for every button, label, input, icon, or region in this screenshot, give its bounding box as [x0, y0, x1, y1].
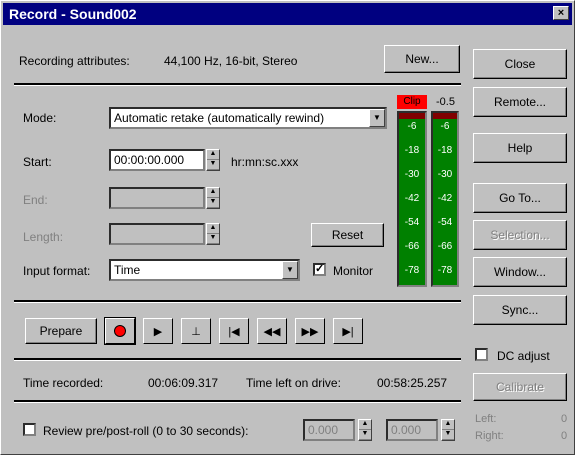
divider	[14, 400, 461, 403]
time-recorded-value: 00:06:09.317	[148, 376, 219, 390]
length-spinner: ▲ ▼	[206, 223, 220, 245]
peak-value: -0.5	[436, 96, 455, 108]
divider	[14, 83, 461, 86]
input-format-label: Input format:	[23, 264, 91, 278]
close-icon[interactable]: ×	[553, 6, 569, 20]
meter-tick: -6	[440, 121, 450, 132]
help-button[interactable]: Help	[473, 133, 567, 163]
recording-attributes-value: 44,100 Hz, 16-bit, Stereo	[164, 54, 298, 68]
meter-tick: -6	[407, 121, 417, 132]
play-to-end-icon[interactable]: ⊥	[181, 318, 211, 344]
meter-tick: -42	[404, 193, 420, 204]
time-recorded-label: Time recorded:	[23, 376, 104, 390]
calibration-left-label: Left:	[475, 413, 497, 425]
prepare-button[interactable]: Prepare	[25, 318, 97, 344]
window-button[interactable]: Window...	[473, 257, 567, 287]
recording-attributes-label: Recording attributes:	[19, 54, 130, 68]
time-left-value: 00:58:25.257	[377, 376, 448, 390]
time-left-label: Time left on drive:	[246, 376, 341, 390]
go-to-end-icon[interactable]: ▶|	[333, 318, 363, 344]
input-format-value: Time	[114, 263, 141, 277]
end-field	[109, 187, 205, 209]
meter-tick: -54	[404, 217, 420, 228]
close-button[interactable]: Close	[473, 49, 567, 79]
clip-indicator: Clip	[397, 95, 427, 109]
length-field	[109, 223, 205, 245]
window-title: Record - Sound002	[9, 6, 137, 22]
meter-tick: -42	[437, 193, 453, 204]
meter-tick: -66	[404, 241, 420, 252]
divider	[14, 300, 461, 303]
selection-button: Selection...	[473, 220, 567, 250]
goto-button[interactable]: Go To...	[473, 183, 567, 213]
pre-roll-field: 0.000	[303, 419, 355, 441]
chevron-down-icon[interactable]: ▼	[369, 109, 385, 127]
meter-tick: -78	[404, 265, 420, 276]
end-label: End:	[23, 193, 48, 207]
record-dialog: Record - Sound002 × Recording attributes…	[0, 0, 575, 455]
calibrate-button: Calibrate	[473, 373, 567, 401]
input-format-select[interactable]: Time	[109, 259, 300, 281]
meter-tick: -54	[437, 217, 453, 228]
divider	[14, 358, 461, 361]
new-button[interactable]: New...	[384, 45, 460, 73]
start-value: 00:00:00.000	[114, 153, 185, 167]
meter-tick: -78	[437, 265, 453, 276]
meter-tick: -18	[437, 145, 453, 156]
monitor-checkbox[interactable]: ✓	[313, 263, 326, 276]
post-roll-spinner: ▲ ▼	[441, 419, 455, 441]
dc-adjust-checkbox[interactable]	[475, 348, 488, 361]
monitor-label: Monitor	[333, 264, 374, 278]
calibration-left-value: 0	[561, 413, 568, 425]
rewind-icon[interactable]: ◀◀	[257, 318, 287, 344]
start-spinner[interactable]: ▲ ▼	[206, 149, 220, 171]
start-label: Start:	[23, 155, 52, 169]
title-bar: Record - Sound002 ×	[3, 3, 572, 25]
mode-label: Mode:	[23, 111, 57, 125]
left-level-meter: -6 -18 -30 -42 -54 -66 -78	[397, 111, 427, 287]
mode-select[interactable]: Automatic retake (automatically rewind)	[109, 107, 387, 129]
sync-button[interactable]: Sync...	[473, 295, 567, 325]
go-to-start-icon[interactable]: |◀	[219, 318, 249, 344]
fast-forward-icon[interactable]: ▶▶	[295, 318, 325, 344]
pre-roll-spinner: ▲ ▼	[358, 419, 372, 441]
meter-tick: -30	[437, 169, 453, 180]
reset-button[interactable]: Reset	[311, 223, 384, 247]
mode-value: Automatic retake (automatically rewind)	[114, 111, 325, 125]
review-label: Review pre/post-roll (0 to 30 seconds):	[43, 424, 249, 438]
dc-adjust-label: DC adjust	[497, 349, 550, 363]
meter-tick: -18	[404, 145, 420, 156]
length-label: Length:	[23, 230, 64, 244]
play-icon[interactable]: ▶	[143, 318, 173, 344]
start-field[interactable]: 00:00:00.000	[109, 149, 205, 171]
remote-button[interactable]: Remote...	[473, 87, 567, 117]
meter-tick: -66	[437, 241, 453, 252]
calibration-right-value: 0	[561, 430, 568, 442]
meter-tick: -30	[404, 169, 420, 180]
time-format-hint: hr:mn:sc.xxx	[231, 155, 299, 169]
chevron-down-icon[interactable]: ▼	[282, 261, 298, 279]
record-icon[interactable]	[104, 317, 136, 345]
post-roll-field: 0.000	[386, 419, 438, 441]
right-level-meter: -6 -18 -30 -42 -54 -66 -78	[431, 111, 459, 287]
calibration-right-label: Right:	[475, 430, 504, 442]
review-checkbox[interactable]	[23, 423, 36, 436]
end-spinner: ▲ ▼	[206, 187, 220, 209]
